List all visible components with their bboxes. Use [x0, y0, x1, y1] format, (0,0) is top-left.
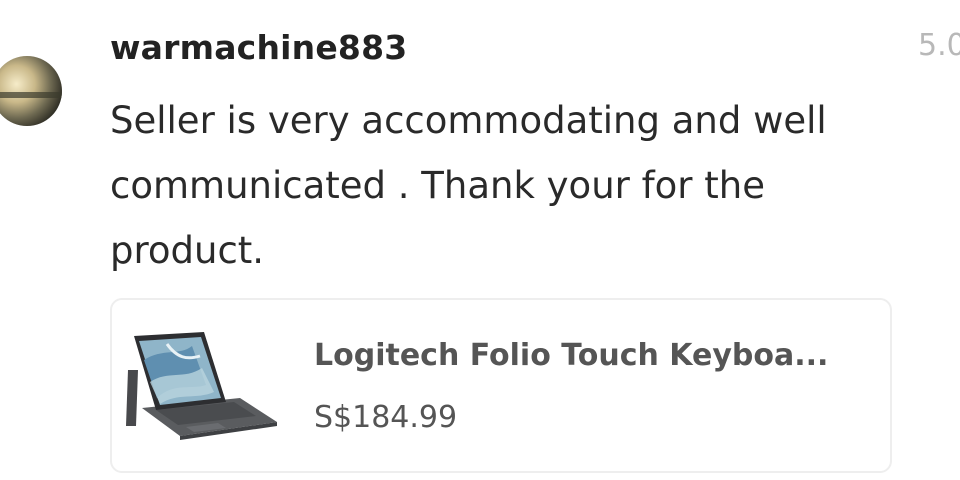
- product-card[interactable]: Logitech Folio Touch Keyboa... S$184.99: [110, 298, 892, 473]
- review-text: Seller is very accommodating and well co…: [110, 99, 827, 272]
- product-title[interactable]: Logitech Folio Touch Keyboa...: [314, 338, 874, 373]
- avatar-horizon: [0, 92, 62, 98]
- product-price: S$184.99: [314, 400, 458, 435]
- reviewer-username: warmachine883: [110, 28, 408, 67]
- rating-score: 5.0: [918, 28, 960, 63]
- review-item: warmachine883 5.0 Seller is very accommo…: [0, 0, 960, 480]
- avatar[interactable]: [0, 56, 62, 126]
- tablet-keyboard-case-image: [126, 332, 277, 440]
